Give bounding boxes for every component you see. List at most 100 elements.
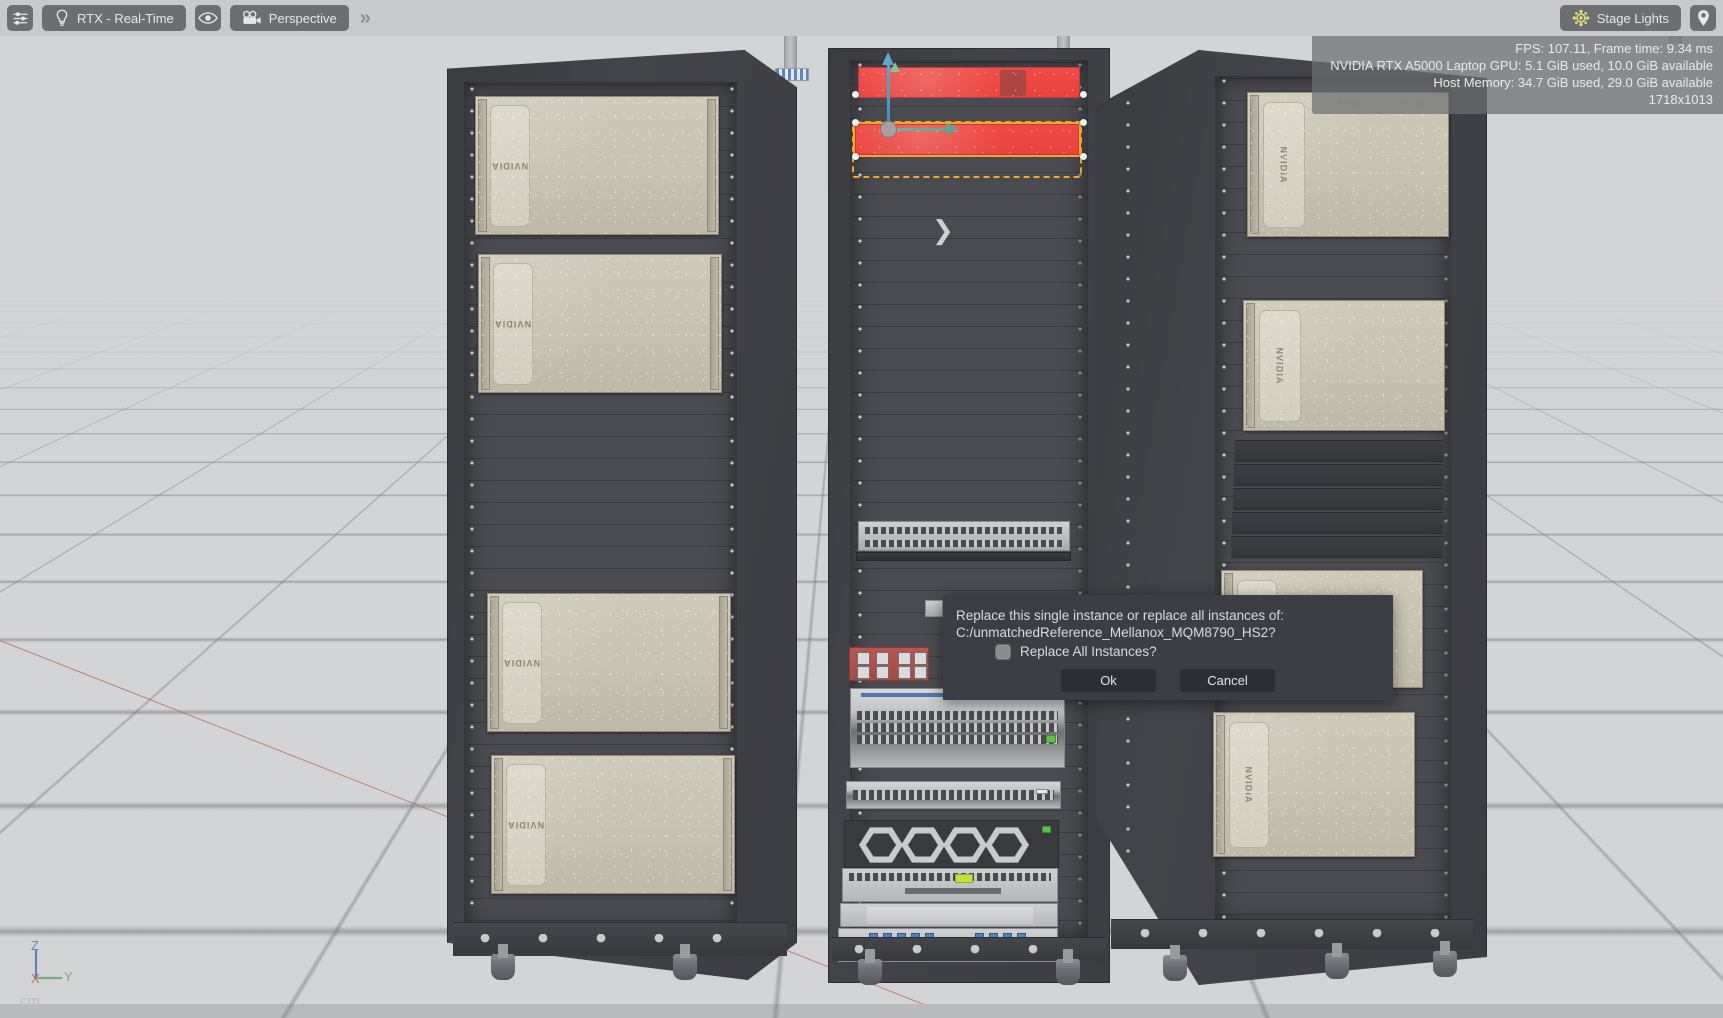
server-vents-row	[849, 873, 1051, 881]
patch-ports-row	[865, 527, 1063, 534]
replace-instance-dialog: Replace this single instance or replace …	[943, 595, 1393, 700]
floor-edge-band	[0, 1004, 1723, 1018]
gizmo-y-axis[interactable]	[893, 123, 959, 135]
unit-ear-right	[723, 758, 732, 891]
gizmo-z-axis[interactable]	[882, 52, 894, 128]
server-1u-node[interactable]	[842, 868, 1058, 902]
vendor-badge-text: NVIDIA	[507, 820, 545, 830]
rack-middle-base-dots	[853, 945, 1085, 954]
fan-module	[985, 827, 1029, 863]
blank-panel	[1232, 512, 1443, 534]
render-mode-label: RTX - Real-Time	[77, 10, 174, 26]
vendor-badge-text: NVIDIA	[1278, 146, 1289, 184]
vendor-badge-text: NVIDIA	[491, 161, 529, 171]
pdu-power-strip[interactable]	[849, 647, 929, 681]
server-unit[interactable]: NVIDIA	[478, 254, 722, 393]
toolbar-expand-chevrons[interactable]: »	[358, 8, 371, 28]
blank-panel	[1235, 440, 1443, 462]
stage-lights-button[interactable]: Stage Lights	[1559, 5, 1681, 31]
pdu-socket	[914, 652, 927, 665]
viewport-toolbar: RTX - Real-Time Perspective » Stage Ligh…	[0, 0, 1723, 36]
ok-button[interactable]: Ok	[1061, 669, 1156, 692]
rack-foot	[858, 949, 882, 985]
gizmo-green-arrow	[890, 62, 900, 72]
cancel-button[interactable]: Cancel	[1180, 669, 1275, 692]
location-button[interactable]	[1690, 5, 1716, 31]
rack-foot	[673, 944, 697, 980]
rack-foot	[1433, 941, 1457, 977]
dialog-message-line1: Replace this single instance or replace …	[956, 608, 1284, 623]
blank-panel	[1234, 464, 1443, 486]
unit-ear-left	[494, 758, 503, 891]
eye-icon	[197, 12, 218, 24]
vendor-badge: NVIDIA	[490, 105, 530, 227]
blank-panel	[1231, 536, 1443, 558]
dialog-message: Replace this single instance or replace …	[956, 607, 1284, 641]
pdu-socket	[898, 652, 911, 665]
pdu-socket	[898, 666, 911, 679]
server-unit[interactable]: NVIDIA	[475, 96, 719, 235]
stage-lights-label: Stage Lights	[1596, 10, 1669, 26]
rack-left-base-dots	[479, 934, 761, 943]
viewport-3d-scene[interactable]: NVIDIA NVIDIA NVIDIA NVIDIA ❯ NVIDIA NVI…	[0, 0, 1723, 1018]
vendor-badge-text: NVIDIA	[503, 658, 541, 668]
dialog-message-line2: C:/unmatchedReference_Mellanox_MQM8790_H…	[956, 625, 1276, 640]
fan-wall-unit[interactable]	[844, 820, 1059, 868]
replace-all-row: Replace All Instances?	[995, 643, 1157, 660]
blank-panel	[1233, 488, 1443, 510]
fan-module	[901, 827, 945, 863]
viewport-settings-button[interactable]	[7, 5, 33, 31]
replace-all-checkbox[interactable]	[995, 643, 1011, 660]
fan-status-led	[1042, 826, 1051, 833]
storage-node[interactable]	[840, 903, 1058, 927]
switch-status-led	[1046, 735, 1056, 743]
server-unit[interactable]: NVIDIA	[487, 593, 731, 732]
server-unit[interactable]: NVIDIA	[1213, 712, 1415, 857]
axis-orientation-gizmo[interactable]: Z X Y cm	[14, 938, 94, 1010]
camera-mode-button[interactable]: Perspective	[229, 5, 349, 31]
visibility-button[interactable]	[194, 5, 221, 31]
rack-cable-manager[interactable]	[856, 552, 1071, 561]
server-unit[interactable]: NVIDIA	[1243, 300, 1445, 431]
server-unit[interactable]: NVIDIA	[491, 755, 735, 894]
vendor-badge: NVIDIA	[506, 764, 546, 886]
axis-z-label: Z	[31, 938, 39, 953]
scene-units-label: cm	[20, 993, 40, 1010]
rack-middle[interactable]: ❯	[828, 48, 1110, 985]
small-module[interactable]	[925, 600, 943, 617]
pdu-socket	[876, 652, 889, 665]
stats-gpu-line: NVIDIA RTX A5000 Laptop GPU: 5.1 GiB use…	[1330, 58, 1713, 73]
unit-ear-left	[1216, 715, 1225, 854]
switch-ports-row	[857, 735, 1058, 744]
stats-resolution-line: 1718x1013	[1648, 92, 1713, 107]
ethernet-switch[interactable]	[846, 781, 1061, 809]
unit-ear-left	[490, 596, 499, 729]
switch-ports-row	[857, 723, 1058, 732]
render-mode-button[interactable]: RTX - Real-Time	[42, 5, 186, 31]
axis-y-label: Y	[64, 969, 73, 984]
vendor-badge-text: NVIDIA	[1274, 347, 1285, 385]
camera-mode-label: Perspective	[268, 10, 337, 26]
selection-handle[interactable]	[852, 119, 859, 126]
mellanox-switch[interactable]	[850, 688, 1065, 768]
selection-handle[interactable]	[852, 153, 859, 160]
axis-x-label: X	[31, 971, 40, 986]
fan-module	[943, 827, 987, 863]
replace-all-label: Replace All Instances?	[1020, 644, 1157, 659]
pdu-socket	[857, 666, 870, 679]
pdu-socket	[914, 666, 927, 679]
patch-panel-top[interactable]	[858, 521, 1070, 551]
unit-ear-left	[478, 99, 487, 232]
vendor-badge: NVIDIA	[1229, 722, 1269, 848]
unit-ear-left	[1246, 303, 1255, 428]
gizmo-center-handle[interactable]	[880, 121, 897, 138]
map-pin-icon	[1697, 10, 1709, 26]
chevron-right-icon[interactable]: ❯	[932, 218, 954, 244]
rack-right[interactable]: NVIDIA NVIDIA NVIDIA	[1075, 50, 1487, 985]
switch-ports-row	[857, 711, 1058, 720]
selection-handle[interactable]	[852, 91, 859, 98]
vendor-badge: NVIDIA	[1259, 310, 1301, 422]
rack-left[interactable]: NVIDIA NVIDIA NVIDIA NVIDIA	[447, 50, 797, 980]
sliders-icon	[12, 11, 28, 25]
fan-module	[859, 827, 903, 863]
